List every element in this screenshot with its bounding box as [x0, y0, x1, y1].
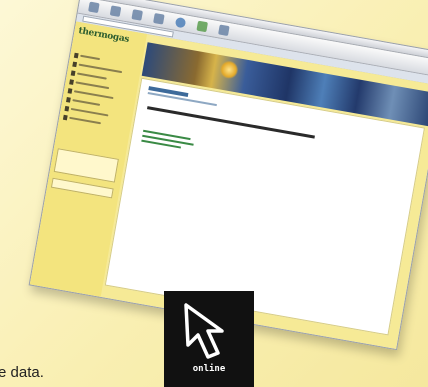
- globe-icon: [174, 16, 187, 29]
- nav-marker: [64, 105, 70, 112]
- nav-marker: [69, 78, 75, 85]
- sidebar-search-box: [53, 148, 119, 183]
- sun-image: [218, 59, 240, 81]
- nav-marker: [73, 52, 79, 58]
- forward-icon: [109, 5, 122, 17]
- badge-label: online: [192, 364, 226, 374]
- mail-icon: [218, 24, 230, 37]
- nav-item-label: [80, 54, 101, 61]
- site-logo: thermogas: [76, 26, 140, 54]
- print-icon: [196, 20, 208, 33]
- nav-marker: [67, 87, 73, 94]
- online-badge: online: [164, 291, 254, 387]
- nav-marker: [66, 96, 71, 103]
- nav-item-label: [76, 72, 107, 80]
- back-icon: [88, 1, 100, 14]
- reload-icon: [131, 9, 143, 21]
- nav-item-label: [75, 81, 110, 90]
- cursor-arrow-icon: [184, 303, 224, 359]
- sidebar-nav: [62, 52, 138, 134]
- caption-text: e data.: [0, 364, 44, 381]
- nav-marker: [72, 61, 78, 67]
- home-icon: [153, 13, 165, 25]
- nav-item-label: [69, 116, 102, 125]
- nav-item-label: [72, 99, 101, 106]
- content-intro: [147, 106, 315, 139]
- nav-marker: [62, 114, 68, 120]
- nav-marker: [70, 69, 76, 76]
